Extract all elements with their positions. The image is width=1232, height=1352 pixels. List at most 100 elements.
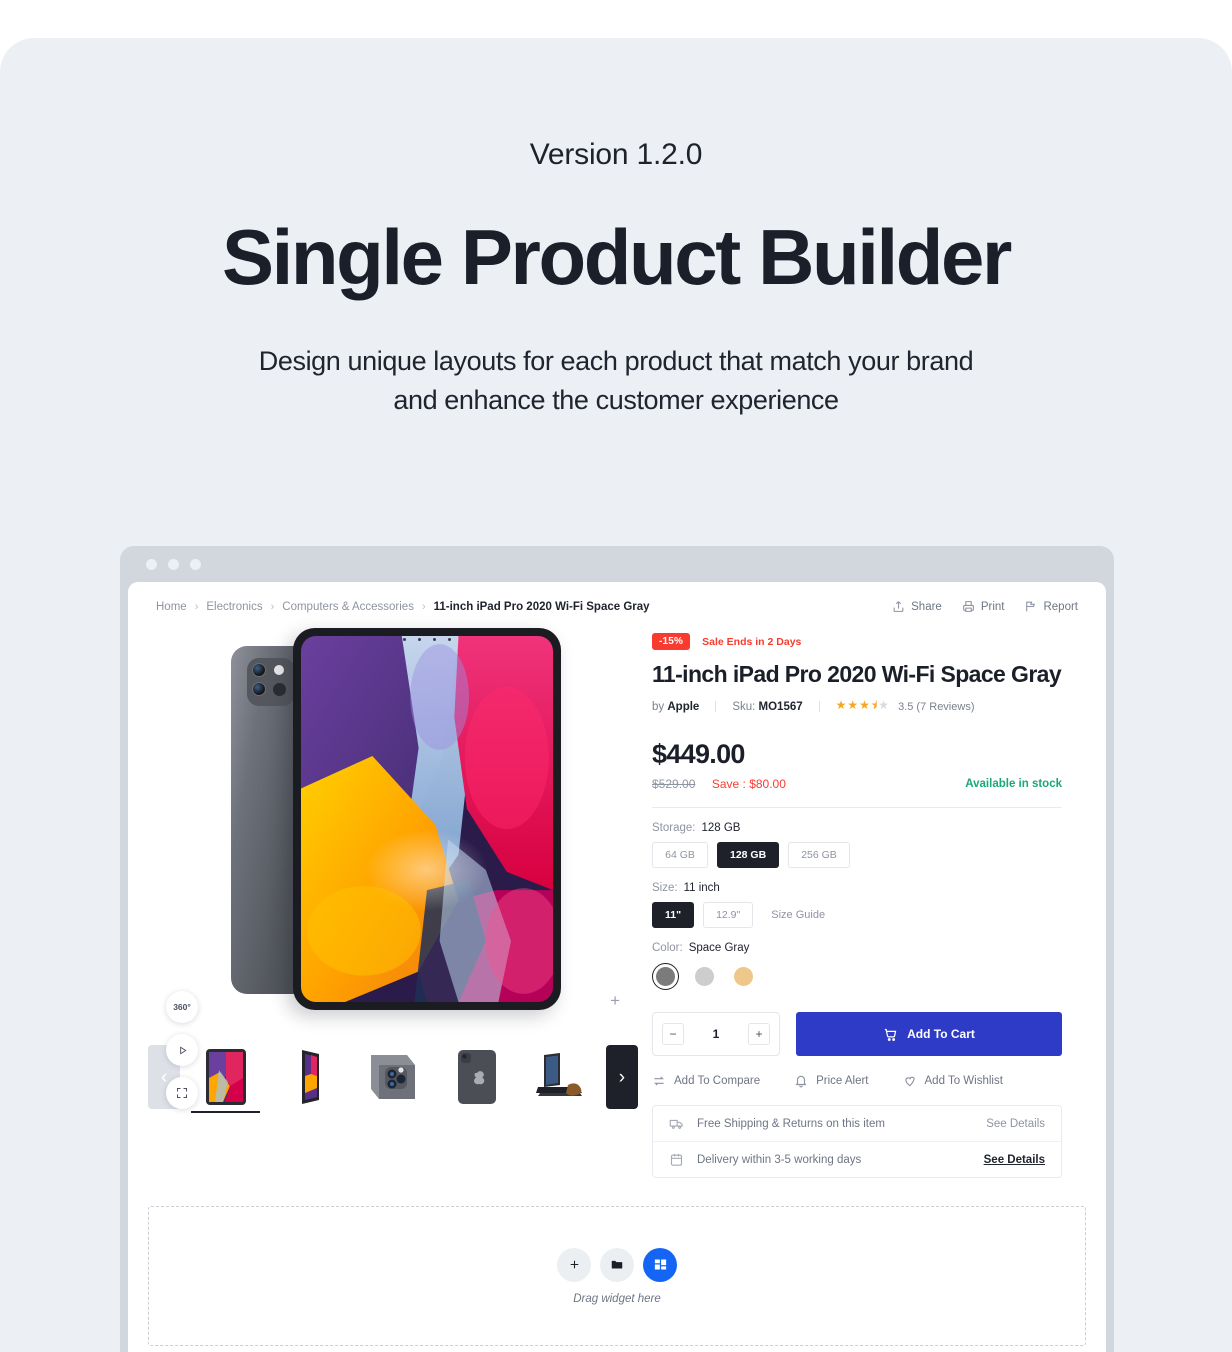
thumb-front-icon (205, 1049, 246, 1105)
front-sensors (403, 638, 451, 641)
lidar-sensor (273, 683, 286, 696)
folder-button[interactable] (600, 1247, 634, 1282)
discount-badge: -15% (652, 633, 691, 650)
thumb-back-icon (457, 1050, 496, 1104)
color-swatch-space-gray[interactable] (652, 963, 679, 991)
color-choices (652, 963, 1062, 991)
gallery-side-controls: 360° (166, 991, 198, 1109)
ipad-illustration (223, 628, 563, 1010)
print-button[interactable]: Print (962, 600, 1004, 613)
delivery-text: Delivery within 3-5 working days (697, 1153, 862, 1166)
quantity-stepper[interactable]: − 1 + (652, 1012, 780, 1057)
size-option-12-9[interactable]: 12.9" (703, 902, 754, 929)
secondary-actions: Add To Compare Price Alert Add To Wishli… (652, 1074, 1062, 1088)
folder-icon (611, 1260, 623, 1269)
sku-label: Sku: (732, 700, 756, 713)
thumbnail-strip: ‹ › (148, 1039, 639, 1113)
window-dot-close (146, 558, 157, 570)
thumbnail-ipad-front[interactable] (191, 1045, 260, 1113)
widgets-button[interactable] (643, 1247, 677, 1282)
browser-mockup: Home › Electronics › Computers & Accesso… (120, 546, 1114, 1352)
breadcrumb-item-home[interactable]: Home (156, 601, 187, 613)
thumbnail-ipad-camera[interactable] (363, 1045, 424, 1109)
breadcrumb-item-computers[interactable]: Computers & Accessories (282, 601, 414, 613)
size-label: Size: (652, 882, 678, 895)
hero-subtitle: Design unique layouts for each product t… (0, 342, 1232, 421)
add-to-compare-button[interactable]: Add To Compare (652, 1074, 760, 1088)
add-widget-button[interactable] (557, 1247, 591, 1282)
thumb-keyboard-icon (536, 1053, 583, 1096)
price-detail-row: $529.00 Save : $80.00 Available in stock (652, 775, 1062, 793)
thumbnail-ipad-angled[interactable] (279, 1045, 340, 1109)
product-price: $449.00 (652, 739, 745, 770)
price-compare-group: $529.00 Save : $80.00 (652, 775, 786, 793)
thumb-camera-icon (371, 1055, 415, 1099)
thumbnails-next-button[interactable]: › (605, 1045, 639, 1109)
storage-label-row: Storage: 128 GB (652, 822, 1062, 834)
size-guide-link[interactable]: Size Guide (771, 909, 825, 921)
storage-value: 128 GB (701, 822, 741, 835)
thumbnail-magic-keyboard[interactable] (530, 1045, 591, 1109)
color-value: Space Gray (688, 942, 750, 955)
sale-countdown-label: Sale Ends in 2 Days (702, 635, 802, 648)
widget-dropzone[interactable]: Drag widget here (148, 1206, 1086, 1347)
camera-flash (274, 665, 284, 675)
promo-row: -15% Sale Ends in 2 Days (652, 633, 1062, 650)
compare-icon (654, 1076, 664, 1086)
price-original: $529.00 (652, 777, 696, 792)
brand-name[interactable]: Apple (667, 701, 699, 713)
delivery-see-details[interactable]: See Details (984, 1154, 1045, 1166)
main-product-image[interactable] (148, 619, 638, 1019)
meta-divider (818, 701, 820, 713)
fullscreen-button[interactable] (166, 1077, 198, 1109)
add-to-cart-button[interactable]: Add To Cart (796, 1012, 1062, 1057)
price-savings: Save : $80.00 (711, 777, 786, 792)
thumb-angled-icon (302, 1050, 320, 1104)
rating-stars[interactable]: ★★★⯨★ (836, 696, 890, 717)
option-color: Color: Space Gray (652, 942, 1062, 991)
add-to-wishlist-button[interactable]: Add To Wishlist (903, 1074, 1003, 1088)
widgets-icon (654, 1259, 666, 1270)
color-swatch-gold[interactable] (730, 963, 757, 990)
version-label: Version 1.2.0 (529, 138, 703, 171)
free-shipping-see-details[interactable]: See Details (986, 1118, 1045, 1130)
price-alert-button[interactable]: Price Alert (794, 1074, 869, 1088)
hero-subtitle-line-1: Design unique layouts for each product t… (258, 346, 974, 376)
ipad-camera-module (247, 658, 295, 706)
hero-section: Version 1.2.0 Single Product Builder Des… (0, 38, 1232, 421)
quantity-decrement-button[interactable]: − (662, 1023, 684, 1046)
quantity-value: 1 (712, 1027, 720, 1042)
camera-lens-wide (252, 663, 266, 677)
cart-icon (884, 1028, 897, 1041)
price-alert-label: Price Alert (816, 1075, 869, 1088)
purchase-row: − 1 + Add To Cart (652, 1012, 1062, 1057)
product-meta: by Apple Sku: MO1567 ★★★⯨★ 3.5 (7 Review… (652, 696, 1062, 717)
color-swatch-silver[interactable] (691, 963, 718, 990)
share-icon (893, 601, 904, 612)
storage-option-128gb[interactable]: 128 GB (717, 842, 780, 869)
play-video-button[interactable] (166, 1034, 198, 1066)
storage-option-256gb[interactable]: 256 GB (788, 842, 850, 869)
window-dot-minimize (168, 558, 179, 570)
thumbnail-ipad-back[interactable] (446, 1045, 507, 1109)
view-360-button[interactable]: 360° (166, 991, 198, 1023)
product-title: 11-inch iPad Pro 2020 Wi-Fi Space Gray (652, 661, 1062, 687)
breadcrumb-item-electronics[interactable]: Electronics (206, 601, 262, 613)
size-choices: 11" 12.9" Size Guide (652, 902, 1062, 929)
rating-text[interactable]: 3.5 (7 Reviews) (898, 701, 974, 713)
share-button[interactable]: Share (892, 600, 942, 613)
quantity-increment-button[interactable]: + (748, 1023, 770, 1046)
browser-titlebar (120, 546, 1114, 582)
shipping-row-free-shipping: Free Shipping & Returns on this item See… (653, 1106, 1061, 1141)
browser-viewport: Home › Electronics › Computers & Accesso… (128, 582, 1106, 1352)
report-button[interactable]: Report (1024, 600, 1078, 613)
storage-option-64gb[interactable]: 64 GB (652, 842, 708, 869)
swatch-dot (695, 967, 714, 987)
brand-prefix: by (652, 700, 665, 713)
breadcrumb: Home › Electronics › Computers & Accesso… (156, 601, 650, 613)
zoom-plus-icon[interactable]: + (610, 992, 620, 1009)
storage-choices: 64 GB 128 GB 256 GB (652, 842, 1062, 869)
size-option-11[interactable]: 11" (652, 902, 695, 929)
ipad-front-device (293, 628, 561, 1010)
plus-icon (570, 1261, 578, 1269)
